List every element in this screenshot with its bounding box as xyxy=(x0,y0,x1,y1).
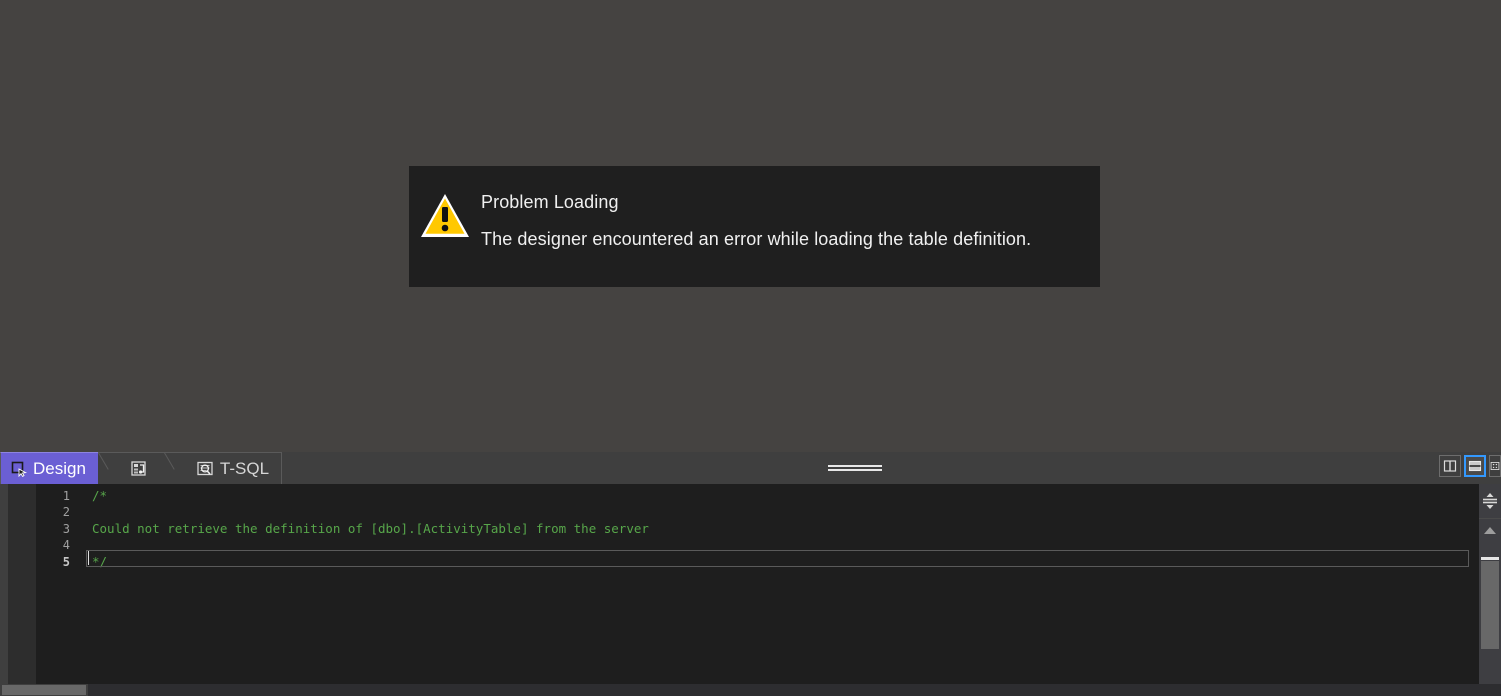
tab-tsql-label: T-SQL xyxy=(219,459,270,478)
tab-design-label: Design xyxy=(33,459,86,478)
line-number: 1 xyxy=(62,489,70,503)
warning-triangle-icon xyxy=(409,182,481,240)
scroll-up-arrow-icon[interactable] xyxy=(1479,521,1501,539)
code-editor: 1 2 3 4 5 /* Could not retrieve the defi… xyxy=(0,484,1501,696)
problem-text-block: Problem Loading The designer encountered… xyxy=(481,182,1100,251)
tab-column-designer[interactable] xyxy=(119,452,164,484)
view-mode-buttons xyxy=(1439,455,1501,477)
text-caret xyxy=(88,551,89,565)
table-designer-window: Problem Loading The designer encountered… xyxy=(0,0,1501,696)
horizontal-scroll-track[interactable] xyxy=(88,684,1501,696)
designer-surface: Problem Loading The designer encountered… xyxy=(0,0,1501,452)
code-text-area[interactable]: /* Could not retrieve the definition of … xyxy=(74,484,1479,696)
line-number-column: 1 2 3 4 5 xyxy=(36,484,74,696)
line-number: 2 xyxy=(62,505,70,520)
split-vertical-button[interactable] xyxy=(1439,455,1461,477)
tab-design[interactable]: Design xyxy=(0,452,98,484)
code-line: /* xyxy=(92,488,108,503)
editor-edge-strip xyxy=(0,484,8,696)
problem-title: Problem Loading xyxy=(481,192,619,212)
code-line: Could not retrieve the definition of [db… xyxy=(92,520,649,536)
problem-message: The designer encountered an error while … xyxy=(481,229,1032,249)
editor-split-handle-icon[interactable] xyxy=(1479,484,1501,519)
editor-gutter[interactable] xyxy=(8,484,36,696)
vertical-scrollbar[interactable] xyxy=(1479,484,1501,696)
code-line: */ xyxy=(92,553,108,569)
problem-loading-panel: Problem Loading The designer encountered… xyxy=(409,166,1100,287)
column-designer-icon xyxy=(130,460,148,478)
tab-separator-1 xyxy=(97,452,120,485)
tsql-script-icon xyxy=(196,460,214,478)
split-horizontal-button[interactable] xyxy=(1464,455,1486,477)
line-number: 4 xyxy=(62,538,70,553)
tsql-editor-pane: Design T-SQL 1 2 3 4 5 /* Could not retr… xyxy=(0,452,1501,696)
vertical-scroll-thumb[interactable] xyxy=(1481,557,1499,649)
tab-separator-2 xyxy=(163,452,186,485)
line-number: 5 xyxy=(62,554,70,569)
line-number: 3 xyxy=(62,521,70,536)
editor-tabstrip: Design T-SQL xyxy=(0,452,1501,485)
horizontal-scrollbar[interactable] xyxy=(0,684,1501,696)
design-surface-icon xyxy=(11,461,27,477)
tab-tsql[interactable]: T-SQL xyxy=(185,452,283,484)
pane-splitter-grip[interactable] xyxy=(828,465,882,472)
horizontal-scroll-thumb[interactable] xyxy=(2,685,86,695)
vertical-scroll-track[interactable] xyxy=(1479,539,1501,678)
view-options-button[interactable] xyxy=(1489,455,1501,477)
